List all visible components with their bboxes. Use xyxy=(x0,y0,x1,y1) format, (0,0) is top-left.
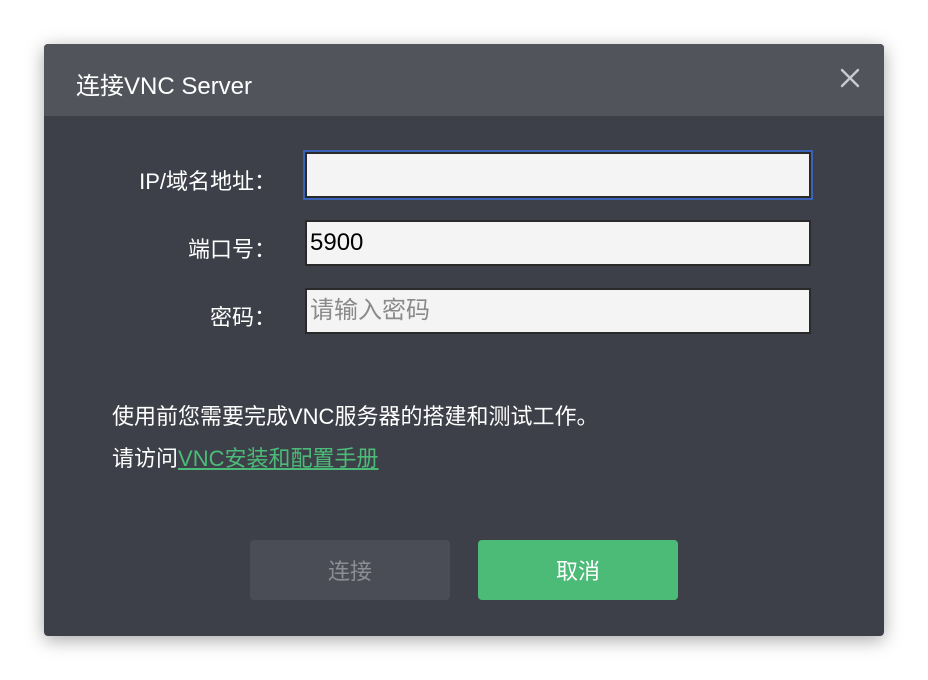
manual-link[interactable]: VNC安装和配置手册 xyxy=(178,446,378,471)
ip-row: IP/域名地址： xyxy=(44,152,884,204)
connect-button[interactable]: 连接 xyxy=(250,540,450,600)
cancel-button[interactable]: 取消 xyxy=(478,540,678,600)
password-label: 密码： xyxy=(209,305,276,330)
close-icon[interactable] xyxy=(838,66,862,90)
setup-note: 使用前您需要完成VNC服务器的搭建和测试工作。 请访问VNC安装和配置手册 xyxy=(112,396,598,480)
vnc-connect-dialog: 连接VNC Server IP/域名地址： 端口号： 密码： 使用前您需要完成V… xyxy=(44,44,884,636)
note-line-2: 请访问VNC安装和配置手册 xyxy=(112,438,598,480)
ip-label: IP/域名地址： xyxy=(139,169,276,194)
dialog-title: 连接VNC Server xyxy=(76,73,253,100)
note-line-1: 使用前您需要完成VNC服务器的搭建和测试工作。 xyxy=(112,404,599,429)
password-row: 密码： xyxy=(44,288,884,340)
note-prefix: 请访问 xyxy=(112,446,179,471)
port-label: 端口号： xyxy=(187,237,276,262)
ip-input[interactable] xyxy=(305,152,811,198)
dialog-header: 连接VNC Server xyxy=(44,44,884,116)
port-input[interactable] xyxy=(305,220,811,266)
port-row: 端口号： xyxy=(44,220,884,272)
password-input[interactable] xyxy=(305,288,811,334)
